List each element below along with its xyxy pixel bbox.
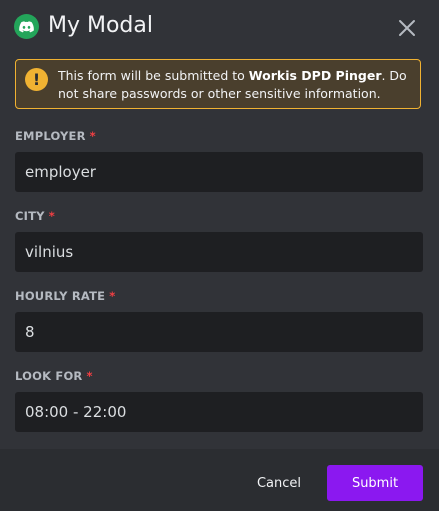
- required-marker: *: [89, 129, 96, 143]
- cancel-button[interactable]: Cancel: [243, 465, 315, 501]
- hourly-rate-label-text: HOURLY RATE: [15, 289, 106, 303]
- close-icon: [399, 20, 415, 36]
- modal: My Modal ! This form will be submitted t…: [0, 0, 439, 511]
- required-marker: *: [86, 369, 93, 383]
- required-marker: *: [109, 289, 116, 303]
- exclamation-icon: !: [25, 68, 48, 91]
- city-label-text: CITY: [15, 209, 45, 223]
- hourly-rate-label: HOURLY RATE *: [15, 289, 115, 303]
- look-for-input[interactable]: 08:00 - 22:00: [15, 392, 423, 432]
- submit-button[interactable]: Submit: [327, 465, 423, 501]
- modal-title: My Modal: [48, 13, 153, 38]
- notice-app-name: Workis DPD Pinger: [248, 68, 382, 83]
- notice-text: This form will be submitted to Workis DP…: [58, 67, 410, 103]
- warning-notice: ! This form will be submitted to Workis …: [15, 59, 421, 109]
- modal-header: My Modal: [0, 0, 439, 56]
- city-input[interactable]: vilnius: [15, 232, 423, 272]
- notice-prefix: This form will be submitted to: [58, 68, 249, 83]
- required-marker: *: [48, 209, 55, 223]
- close-button[interactable]: [393, 14, 421, 42]
- employer-input[interactable]: employer: [15, 152, 423, 192]
- employer-label-text: EMPLOYER: [15, 129, 86, 143]
- employer-label: EMPLOYER *: [15, 129, 96, 143]
- look-for-label: LOOK FOR *: [15, 369, 93, 383]
- city-label: CITY *: [15, 209, 55, 223]
- hourly-rate-input[interactable]: 8: [15, 312, 423, 352]
- modal-footer: Cancel Submit: [0, 449, 439, 511]
- look-for-label-text: LOOK FOR: [15, 369, 83, 383]
- discord-logo-icon: [14, 14, 39, 39]
